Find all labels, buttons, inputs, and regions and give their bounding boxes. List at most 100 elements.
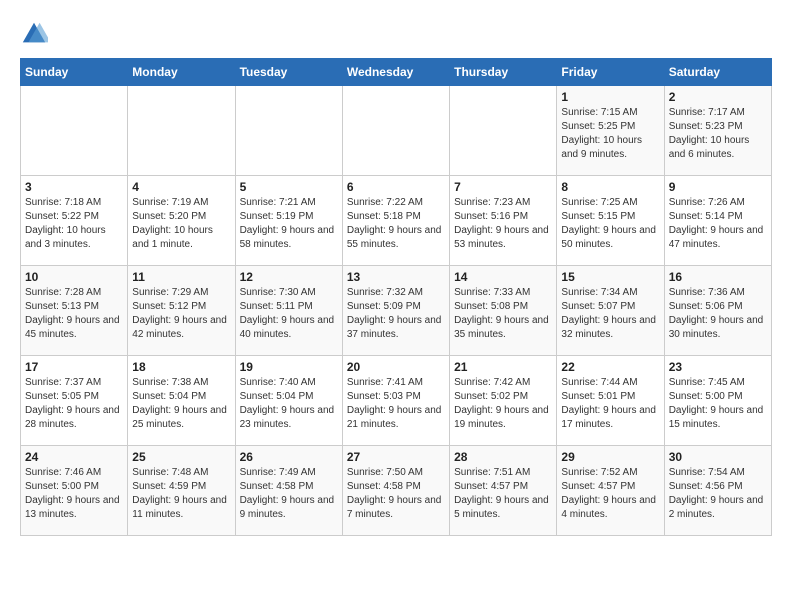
day-cell: 21 Sunrise: 7:42 AM Sunset: 5:02 PM Dayli… <box>450 356 557 446</box>
day-number: 26 <box>240 450 338 464</box>
day-number: 21 <box>454 360 552 374</box>
day-info: Sunrise: 7:25 AM Sunset: 5:15 PM Dayligh… <box>561 196 659 252</box>
week-row-2: 10 Sunrise: 7:28 AM Sunset: 5:13 PM Dayli… <box>21 266 772 356</box>
day-info: Sunrise: 7:44 AM Sunset: 5:01 PM Dayligh… <box>561 376 659 432</box>
calendar-header: SundayMondayTuesdayWednesdayThursdayFrid… <box>21 59 772 86</box>
day-cell: 22Sunrise: 7:44 AM Sunset: 5:01 PM Dayli… <box>557 356 664 446</box>
day-number: 18 <box>132 360 230 374</box>
day-cell: 26 Sunrise: 7:49 AM Sunset: 4:58 PM Dayli… <box>235 446 342 536</box>
day-cell: 28 Sunrise: 7:51 AM Sunset: 4:57 PM Dayli… <box>450 446 557 536</box>
calendar-table: SundayMondayTuesdayWednesdayThursdayFrid… <box>20 58 772 536</box>
day-number: 29 <box>561 450 659 464</box>
day-number: 4 <box>132 180 230 194</box>
day-number: 20 <box>347 360 445 374</box>
week-row-4: 24 Sunrise: 7:46 AM Sunset: 5:00 PM Dayli… <box>21 446 772 536</box>
day-info: Sunrise: 7:49 AM Sunset: 4:58 PM Dayligh… <box>240 466 338 522</box>
day-number: 1 <box>561 90 659 104</box>
day-number: 19 <box>240 360 338 374</box>
day-cell: 13 Sunrise: 7:32 AM Sunset: 5:09 PM Dayli… <box>342 266 449 356</box>
day-cell: 20Sunrise: 7:41 AM Sunset: 5:03 PM Dayli… <box>342 356 449 446</box>
day-info: Sunrise: 7:28 AM Sunset: 5:13 PM Dayligh… <box>25 286 123 342</box>
day-cell: 2 Sunrise: 7:17 AM Sunset: 5:23 PM Daylig… <box>664 86 771 176</box>
day-cell: 10 Sunrise: 7:28 AM Sunset: 5:13 PM Dayli… <box>21 266 128 356</box>
day-cell: 3 Sunrise: 7:18 AM Sunset: 5:22 PM Daylig… <box>21 176 128 266</box>
day-cell: 9 Sunrise: 7:26 AM Sunset: 5:14 PM Daylig… <box>664 176 771 266</box>
day-cell: 17 Sunrise: 7:37 AM Sunset: 5:05 PM Dayli… <box>21 356 128 446</box>
day-info: Sunrise: 7:30 AM Sunset: 5:11 PM Dayligh… <box>240 286 338 342</box>
day-info: Sunrise: 7:45 AM Sunset: 5:00 PM Dayligh… <box>669 376 767 432</box>
logo <box>20 20 52 48</box>
day-info: Sunrise: 7:50 AM Sunset: 4:58 PM Dayligh… <box>347 466 445 522</box>
day-number: 28 <box>454 450 552 464</box>
day-cell: 27 Sunrise: 7:50 AM Sunset: 4:58 PM Dayli… <box>342 446 449 536</box>
day-info: Sunrise: 7:48 AM Sunset: 4:59 PM Dayligh… <box>132 466 230 522</box>
logo-icon <box>20 20 48 48</box>
day-info: Sunrise: 7:51 AM Sunset: 4:57 PM Dayligh… <box>454 466 552 522</box>
day-number: 3 <box>25 180 123 194</box>
day-info: Sunrise: 7:23 AM Sunset: 5:16 PM Dayligh… <box>454 196 552 252</box>
day-cell: 5Sunrise: 7:21 AM Sunset: 5:19 PM Daylig… <box>235 176 342 266</box>
day-info: Sunrise: 7:15 AM Sunset: 5:25 PM Dayligh… <box>561 106 659 162</box>
day-number: 9 <box>669 180 767 194</box>
day-info: Sunrise: 7:18 AM Sunset: 5:22 PM Dayligh… <box>25 196 123 252</box>
day-number: 10 <box>25 270 123 284</box>
day-info: Sunrise: 7:32 AM Sunset: 5:09 PM Dayligh… <box>347 286 445 342</box>
day-number: 2 <box>669 90 767 104</box>
day-number: 12 <box>240 270 338 284</box>
day-info: Sunrise: 7:33 AM Sunset: 5:08 PM Dayligh… <box>454 286 552 342</box>
day-cell: 18 Sunrise: 7:38 AM Sunset: 5:04 PM Dayli… <box>128 356 235 446</box>
day-cell: 15 Sunrise: 7:34 AM Sunset: 5:07 PM Dayli… <box>557 266 664 356</box>
day-cell: 8Sunrise: 7:25 AM Sunset: 5:15 PM Daylig… <box>557 176 664 266</box>
day-cell: 25 Sunrise: 7:48 AM Sunset: 4:59 PM Dayli… <box>128 446 235 536</box>
day-info: Sunrise: 7:42 AM Sunset: 5:02 PM Dayligh… <box>454 376 552 432</box>
day-cell: 7 Sunrise: 7:23 AM Sunset: 5:16 PM Daylig… <box>450 176 557 266</box>
day-number: 13 <box>347 270 445 284</box>
day-number: 14 <box>454 270 552 284</box>
day-cell <box>450 86 557 176</box>
day-info: Sunrise: 7:46 AM Sunset: 5:00 PM Dayligh… <box>25 466 123 522</box>
header-friday: Friday <box>557 59 664 86</box>
day-number: 6 <box>347 180 445 194</box>
day-number: 15 <box>561 270 659 284</box>
day-info: Sunrise: 7:37 AM Sunset: 5:05 PM Dayligh… <box>25 376 123 432</box>
day-cell <box>21 86 128 176</box>
header-sunday: Sunday <box>21 59 128 86</box>
week-row-1: 3 Sunrise: 7:18 AM Sunset: 5:22 PM Daylig… <box>21 176 772 266</box>
calendar-body: 1 Sunrise: 7:15 AM Sunset: 5:25 PM Daylig… <box>21 86 772 536</box>
day-cell: 14 Sunrise: 7:33 AM Sunset: 5:08 PM Dayli… <box>450 266 557 356</box>
week-row-3: 17 Sunrise: 7:37 AM Sunset: 5:05 PM Dayli… <box>21 356 772 446</box>
page-header <box>20 20 772 48</box>
day-number: 27 <box>347 450 445 464</box>
day-number: 24 <box>25 450 123 464</box>
day-cell: 1 Sunrise: 7:15 AM Sunset: 5:25 PM Daylig… <box>557 86 664 176</box>
day-cell: 6 Sunrise: 7:22 AM Sunset: 5:18 PM Daylig… <box>342 176 449 266</box>
day-number: 17 <box>25 360 123 374</box>
day-info: Sunrise: 7:29 AM Sunset: 5:12 PM Dayligh… <box>132 286 230 342</box>
day-cell: 12 Sunrise: 7:30 AM Sunset: 5:11 PM Dayli… <box>235 266 342 356</box>
day-cell: 24 Sunrise: 7:46 AM Sunset: 5:00 PM Dayli… <box>21 446 128 536</box>
day-number: 30 <box>669 450 767 464</box>
day-cell: 30Sunrise: 7:54 AM Sunset: 4:56 PM Dayli… <box>664 446 771 536</box>
header-row: SundayMondayTuesdayWednesdayThursdayFrid… <box>21 59 772 86</box>
day-number: 16 <box>669 270 767 284</box>
day-info: Sunrise: 7:38 AM Sunset: 5:04 PM Dayligh… <box>132 376 230 432</box>
header-monday: Monday <box>128 59 235 86</box>
header-wednesday: Wednesday <box>342 59 449 86</box>
day-info: Sunrise: 7:17 AM Sunset: 5:23 PM Dayligh… <box>669 106 767 162</box>
day-number: 7 <box>454 180 552 194</box>
day-cell <box>128 86 235 176</box>
day-number: 23 <box>669 360 767 374</box>
day-cell: 4Sunrise: 7:19 AM Sunset: 5:20 PM Daylig… <box>128 176 235 266</box>
day-info: Sunrise: 7:22 AM Sunset: 5:18 PM Dayligh… <box>347 196 445 252</box>
day-info: Sunrise: 7:26 AM Sunset: 5:14 PM Dayligh… <box>669 196 767 252</box>
header-thursday: Thursday <box>450 59 557 86</box>
day-info: Sunrise: 7:21 AM Sunset: 5:19 PM Dayligh… <box>240 196 338 252</box>
day-number: 25 <box>132 450 230 464</box>
day-info: Sunrise: 7:36 AM Sunset: 5:06 PM Dayligh… <box>669 286 767 342</box>
day-number: 11 <box>132 270 230 284</box>
day-cell: 19Sunrise: 7:40 AM Sunset: 5:04 PM Dayli… <box>235 356 342 446</box>
day-cell: 11 Sunrise: 7:29 AM Sunset: 5:12 PM Dayli… <box>128 266 235 356</box>
header-tuesday: Tuesday <box>235 59 342 86</box>
day-info: Sunrise: 7:34 AM Sunset: 5:07 PM Dayligh… <box>561 286 659 342</box>
day-info: Sunrise: 7:52 AM Sunset: 4:57 PM Dayligh… <box>561 466 659 522</box>
